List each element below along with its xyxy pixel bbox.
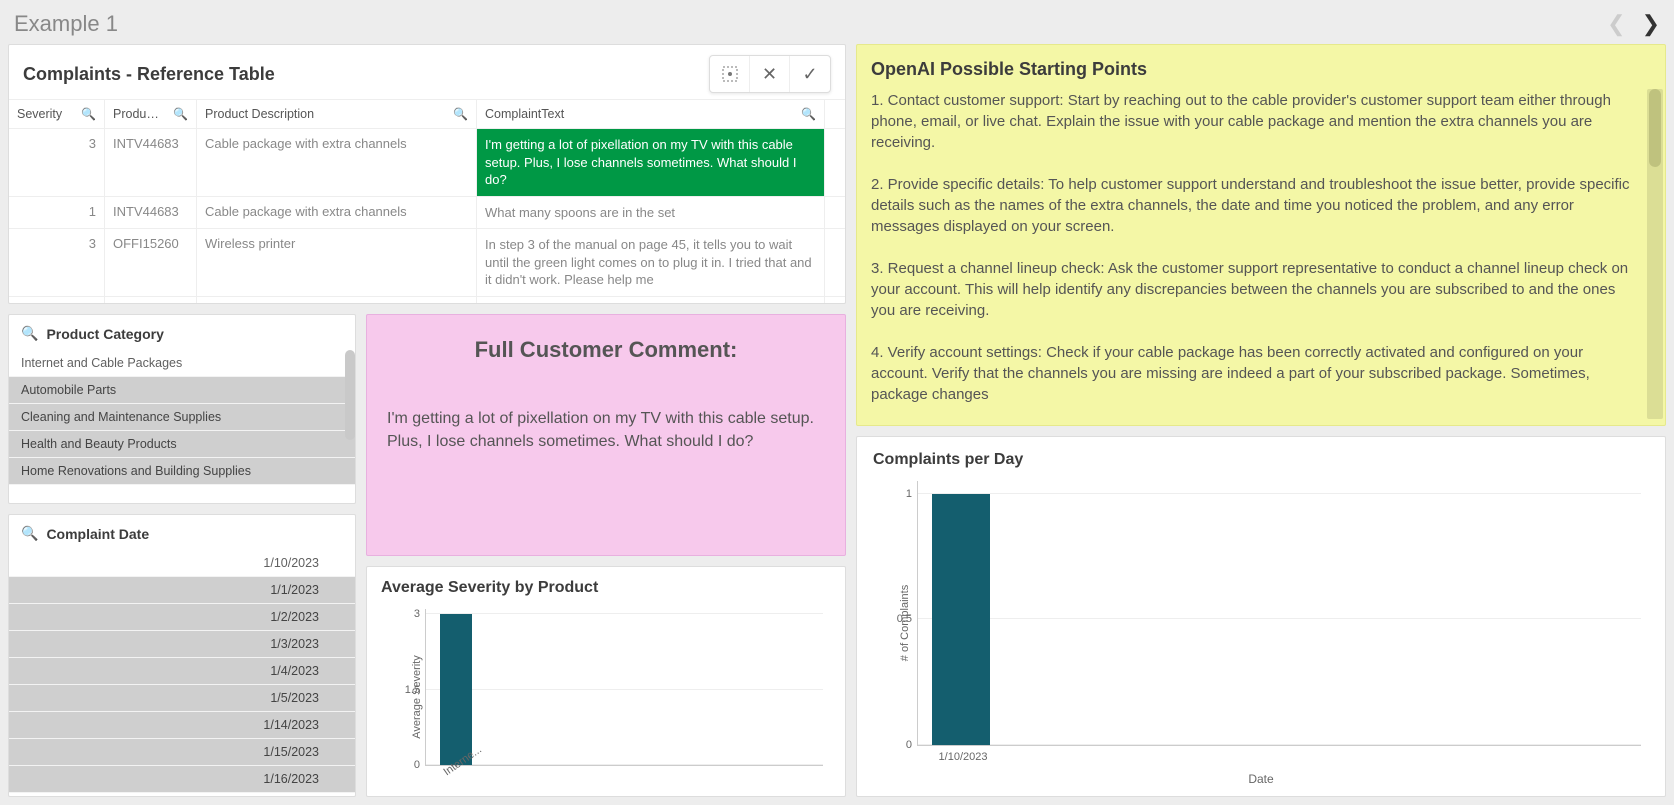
cell-complaint: What many spoons are in the set (477, 197, 825, 229)
y-tick-label: 0 (390, 759, 420, 771)
avg-severity-chart-panel: Average Severity by Product Average Seve… (366, 566, 846, 797)
y-tick-label: 3 (390, 608, 420, 620)
cell-product: INTV44683 (105, 129, 197, 196)
cancel-selection-button[interactable]: ✕ (750, 56, 790, 92)
starting-points-title: OpenAI Possible Starting Points (871, 59, 1635, 80)
comment-title: Full Customer Comment: (387, 337, 825, 363)
cell-severity: 3 (9, 229, 105, 296)
list-item[interactable]: 1/1/2023 (9, 577, 355, 604)
cell-product: OFFI15260 (105, 297, 197, 303)
page-header: Example 1 ❮ ❯ (0, 0, 1674, 44)
list-item[interactable]: 1/4/2023 (9, 658, 355, 685)
full-comment-panel: Full Customer Comment: I'm getting a lot… (366, 314, 846, 556)
list-item[interactable]: 1/15/2023 (9, 739, 355, 766)
bar[interactable] (932, 494, 990, 745)
y-tick-label: 0 (882, 739, 912, 751)
complaint-date-filter: 🔍 Complaint Date 1/10/20231/1/20231/2/202… (8, 514, 356, 797)
page-title: Example 1 (14, 11, 1607, 37)
chart-title: Average Severity by Product (381, 579, 831, 597)
y-tick-label: 1 (882, 488, 912, 500)
list-item[interactable]: Internet and Cable Packages (9, 350, 355, 377)
cell-product: OFFI15260 (105, 229, 197, 296)
list-item[interactable]: 1/5/2023 (9, 685, 355, 712)
list-item[interactable]: Cleaning and Maintenance Supplies (9, 404, 355, 431)
prev-sheet-icon[interactable]: ❮ (1607, 11, 1625, 37)
smart-select-button[interactable] (710, 56, 750, 92)
cell-description: Cable package with extra channels (197, 129, 477, 196)
filter-title: Product Category (46, 326, 163, 342)
y-tick-label: 0.5 (882, 613, 912, 625)
list-item[interactable]: 1/3/2023 (9, 631, 355, 658)
cell-complaint: The printer works great... The only thin… (477, 297, 825, 303)
col-description[interactable]: Product Description🔍 (197, 100, 477, 128)
search-icon[interactable]: 🔍 (453, 107, 468, 121)
col-product[interactable]: Produ…🔍 (105, 100, 197, 128)
table-header-row: Severity🔍 Produ…🔍 Product Description🔍 C… (9, 99, 845, 129)
list-item[interactable]: 1/2/2023 (9, 604, 355, 631)
complaints-table-title: Complaints - Reference Table (23, 64, 709, 85)
complaints-per-day-panel: Complaints per Day # of Complaints00.511… (856, 436, 1666, 797)
cell-description: Wireless printer (197, 229, 477, 296)
complaints-per-day-chart[interactable]: # of Complaints00.511/10/2023 (873, 477, 1649, 768)
confirm-selection-button[interactable]: ✓ (790, 56, 830, 92)
starting-points-body: 1. Contact customer support: Start by re… (871, 90, 1635, 405)
col-complaint[interactable]: ComplaintText🔍 (477, 100, 825, 128)
starting-points-panel: OpenAI Possible Starting Points 1. Conta… (856, 44, 1666, 426)
y-axis-label: Average Severity (411, 655, 423, 739)
table-row[interactable]: 2OFFI15260Wireless printerThe printer wo… (9, 297, 845, 303)
bar[interactable] (440, 614, 472, 765)
col-severity[interactable]: Severity🔍 (9, 100, 105, 128)
sheet-nav: ❮ ❯ (1607, 11, 1660, 37)
table-row[interactable]: 3OFFI15260Wireless printerIn step 3 of t… (9, 229, 845, 297)
scrollbar-thumb[interactable] (345, 350, 355, 440)
avg-severity-chart[interactable]: Average Severity01.53Interne... (381, 605, 831, 788)
scrollbar[interactable] (345, 350, 355, 503)
cell-description: Cable package with extra channels (197, 197, 477, 229)
cell-complaint: In step 3 of the manual on page 45, it t… (477, 229, 825, 296)
chart-title: Complaints per Day (873, 451, 1649, 469)
table-row[interactable]: 3INTV44683Cable package with extra chann… (9, 129, 845, 197)
x-tick-label: 1/10/2023 (924, 751, 1002, 763)
y-tick-label: 1.5 (390, 684, 420, 696)
comment-body: I'm getting a lot of pixellation on my T… (387, 407, 825, 453)
list-item[interactable]: Home Renovations and Building Supplies (9, 458, 355, 485)
list-item[interactable]: 1/14/2023 (9, 712, 355, 739)
complaints-table-panel: Complaints - Reference Table ✕ ✓ Severit… (8, 44, 846, 304)
search-icon[interactable]: 🔍 (21, 525, 38, 542)
search-icon[interactable]: 🔍 (173, 107, 188, 121)
search-icon[interactable]: 🔍 (21, 325, 38, 342)
cell-description: Wireless printer (197, 297, 477, 303)
table-body: 3INTV44683Cable package with extra chann… (9, 129, 845, 303)
selection-action-group: ✕ ✓ (709, 55, 831, 93)
table-row[interactable]: 1INTV44683Cable package with extra chann… (9, 197, 845, 230)
product-category-filter: 🔍 Product Category Internet and Cable Pac… (8, 314, 356, 504)
list-item[interactable]: Automobile Parts (9, 377, 355, 404)
search-icon[interactable]: 🔍 (81, 107, 96, 121)
cell-complaint: I'm getting a lot of pixellation on my T… (477, 129, 825, 196)
cell-severity: 3 (9, 129, 105, 196)
cell-severity: 2 (9, 297, 105, 303)
cell-product: INTV44683 (105, 197, 197, 229)
list-item[interactable]: 1/10/2023 (9, 550, 355, 577)
scrollbar-thumb[interactable] (1649, 89, 1661, 167)
x-axis-label: Date (873, 772, 1649, 786)
filter-title: Complaint Date (46, 526, 149, 542)
search-icon[interactable]: 🔍 (801, 107, 816, 121)
scrollbar[interactable] (1647, 89, 1663, 419)
cell-severity: 1 (9, 197, 105, 229)
list-item[interactable]: 1/16/2023 (9, 766, 355, 793)
next-sheet-icon[interactable]: ❯ (1642, 11, 1660, 37)
list-item[interactable]: Health and Beauty Products (9, 431, 355, 458)
